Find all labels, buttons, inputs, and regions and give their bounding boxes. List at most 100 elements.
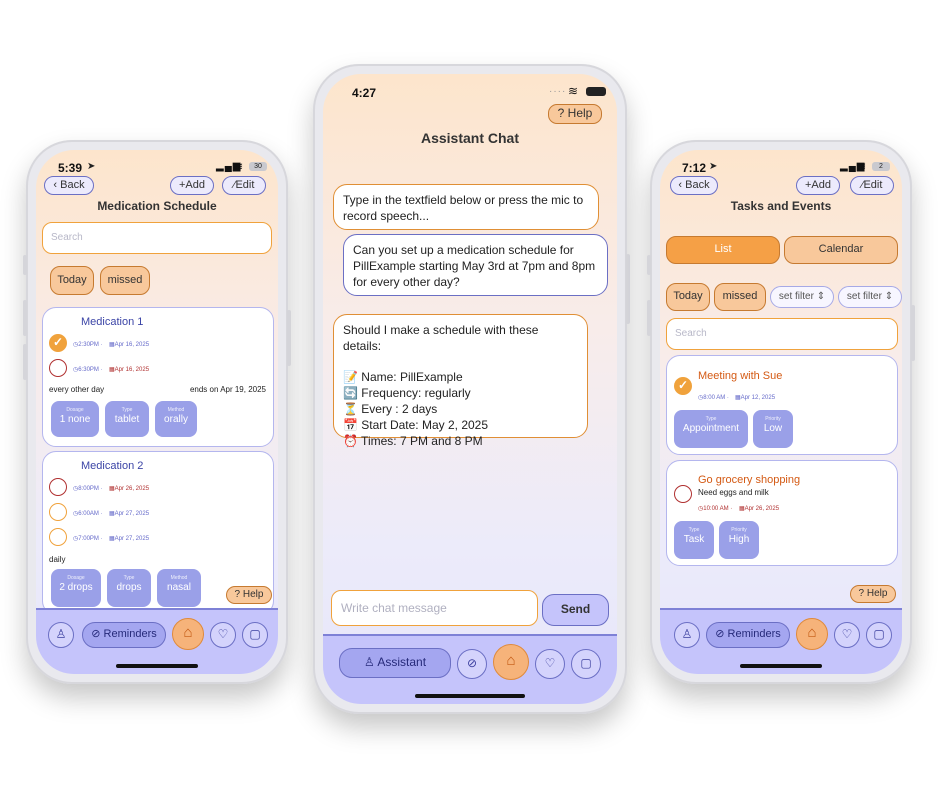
- dose-time-text: 2:30PM: [78, 342, 99, 348]
- reminders-tab[interactable]: ⊘ Reminders: [706, 622, 790, 648]
- edit-button[interactable]: ⁄Edit: [222, 176, 266, 195]
- dose-date-text: Apr 16, 2025: [114, 342, 150, 348]
- bottom-nav: ♙ ⊘ Reminders ⌂ ♡ ▢: [660, 608, 902, 674]
- back-button[interactable]: ‹ Back: [670, 176, 718, 195]
- dose-status-circle[interactable]: [49, 478, 67, 496]
- heart-icon[interactable]: ♡: [834, 622, 860, 648]
- type-tile: Type drops: [107, 569, 151, 607]
- dose-time: ◷7:00PM ·: [73, 536, 103, 542]
- bottom-nav: ♙ ⊘ Reminders ⌂ ♡ ▢: [36, 608, 278, 674]
- help-button[interactable]: ? Help: [850, 585, 896, 603]
- dose-status-circle[interactable]: [49, 528, 67, 546]
- heart-icon[interactable]: ♡: [535, 649, 565, 679]
- person-icon[interactable]: ♙: [48, 622, 74, 648]
- frequency-text: every other day: [49, 385, 105, 394]
- task-status-circle[interactable]: [674, 485, 692, 503]
- tab-calendar[interactable]: Calendar: [784, 236, 898, 264]
- message-text: Can you set up a medication schedule for…: [353, 243, 596, 289]
- chat-icon[interactable]: ▢: [866, 622, 892, 648]
- status-time: 4:27: [352, 86, 377, 100]
- detail-line: 🔄 Frequency: regularly: [343, 386, 471, 400]
- edit-button[interactable]: ⁄Edit: [850, 176, 894, 195]
- dose-time-text: 6:00AM: [78, 511, 99, 517]
- priority-tile: Priority High: [719, 521, 759, 559]
- heart-icon[interactable]: ♡: [210, 622, 236, 648]
- chip-missed[interactable]: missed: [100, 266, 150, 295]
- check-icon[interactable]: ✓: [674, 377, 692, 395]
- wifi-icon: ≋: [234, 161, 245, 173]
- type-tile: Type Task: [674, 521, 714, 559]
- method-tile: Method orally: [155, 401, 197, 437]
- send-button[interactable]: Send: [542, 594, 609, 626]
- tile-value: orally: [164, 414, 188, 425]
- tab-list[interactable]: List: [666, 236, 780, 264]
- detail-line: ⏳ Every : 2 days: [343, 402, 438, 416]
- chat-icon[interactable]: ▢: [242, 622, 268, 648]
- filter-label: set filter: [846, 291, 882, 302]
- home-icon[interactable]: ⌂: [172, 618, 204, 650]
- medication-card[interactable]: Medication 1 ✓ ◷2:30PM · ▦Apr 16, 2025 ◷…: [42, 307, 274, 447]
- add-button[interactable]: +Add: [796, 176, 840, 195]
- dose-status-circle[interactable]: [49, 503, 67, 521]
- person-icon[interactable]: ♙: [674, 622, 700, 648]
- chevron-updown-icon: ⇕: [816, 291, 826, 302]
- detail-line: 📝 Name: PillExample: [343, 370, 463, 384]
- assistant-message: Should I make a schedule with these deta…: [333, 314, 588, 448]
- pill-icon: ⊘: [91, 628, 101, 640]
- task-card[interactable]: ✓ Meeting with Sue ◷8:00 AM · ▦Apr 12, 2…: [666, 355, 898, 455]
- dose-time: ◷6:00AM ·: [73, 511, 103, 517]
- home-icon[interactable]: ⌂: [796, 618, 828, 650]
- dose-date-text: Apr 27, 2025: [114, 536, 150, 542]
- reminders-label: Reminders: [727, 628, 781, 640]
- end-date-text: ends on Apr 19, 2025: [189, 385, 266, 394]
- dose-date-text: Apr 26, 2025: [114, 486, 150, 492]
- right-phone: 7:12 ➤ ▂▄▆ ≋ 2 ‹ Back +Add ⁄Edit Tasks a…: [647, 140, 915, 684]
- help-label: Help: [567, 106, 593, 120]
- home-icon[interactable]: ⌂: [493, 644, 529, 680]
- bottom-nav: ♙ Assistant ⊘ ⌂ ♡ ▢: [323, 634, 617, 704]
- dose-status-circle[interactable]: [49, 359, 67, 377]
- chip-missed[interactable]: missed: [714, 283, 766, 311]
- dosage-tile: Dosage 1 none: [51, 401, 99, 437]
- assistant-tab[interactable]: ♙ Assistant: [339, 648, 451, 678]
- search-input[interactable]: Search: [666, 318, 898, 350]
- tile-value: tablet: [114, 414, 140, 425]
- dose-time-text: 7:00PM: [78, 536, 99, 542]
- pill-icon[interactable]: ⊘: [457, 649, 487, 679]
- medication-name: Medication 2: [81, 460, 144, 472]
- add-button[interactable]: +Add: [170, 176, 214, 195]
- task-title: Go grocery shopping: [698, 474, 801, 486]
- task-card[interactable]: Go grocery shopping Need eggs and milk ◷…: [666, 460, 898, 566]
- add-label: Add: [811, 179, 831, 191]
- filter-select[interactable]: set filter ⇕: [838, 286, 902, 308]
- task-note: Need eggs and milk: [698, 488, 769, 497]
- chip-today[interactable]: Today: [666, 283, 710, 311]
- tile-label: Method: [170, 575, 188, 581]
- status-time: 5:39: [58, 161, 83, 175]
- location-arrow-icon: ➤: [709, 161, 718, 172]
- help-button[interactable]: ? Help: [548, 104, 602, 124]
- search-input[interactable]: Search: [42, 222, 272, 254]
- tile-label: Priority: [731, 527, 747, 533]
- help-button[interactable]: ? Help: [226, 586, 272, 604]
- filter-select[interactable]: set filter ⇕: [770, 286, 834, 308]
- method-tile: Method nasal: [157, 569, 201, 607]
- assistant-label: Assistant: [377, 655, 427, 669]
- tile-value: Low: [763, 423, 783, 434]
- task-date: ▦Apr 12, 2025: [735, 394, 775, 401]
- dose-date: ▦Apr 27, 2025: [109, 535, 149, 542]
- assistant-message: Type in the textfield below or press the…: [333, 184, 599, 230]
- tile-label: Type: [123, 575, 135, 581]
- detail-line: ⏰ Times: 7 PM and 8 PM: [343, 434, 483, 448]
- chat-icon[interactable]: ▢: [571, 649, 601, 679]
- message-intro: Should I make a schedule with these deta…: [343, 323, 539, 353]
- chat-input[interactable]: Write chat message: [331, 590, 538, 626]
- task-date-text: Apr 26, 2025: [744, 506, 780, 512]
- reminders-tab[interactable]: ⊘ Reminders: [82, 622, 166, 648]
- add-label: Add: [185, 179, 205, 191]
- back-button[interactable]: ‹ Back: [44, 176, 94, 195]
- chip-today[interactable]: Today: [50, 266, 94, 295]
- left-screen: 5:39 ➤ ▂▄▆ ≋ 30 ‹ Back +Add ⁄Edit Medica…: [36, 150, 278, 674]
- question-icon: ?: [234, 589, 241, 600]
- check-icon[interactable]: ✓: [49, 334, 67, 352]
